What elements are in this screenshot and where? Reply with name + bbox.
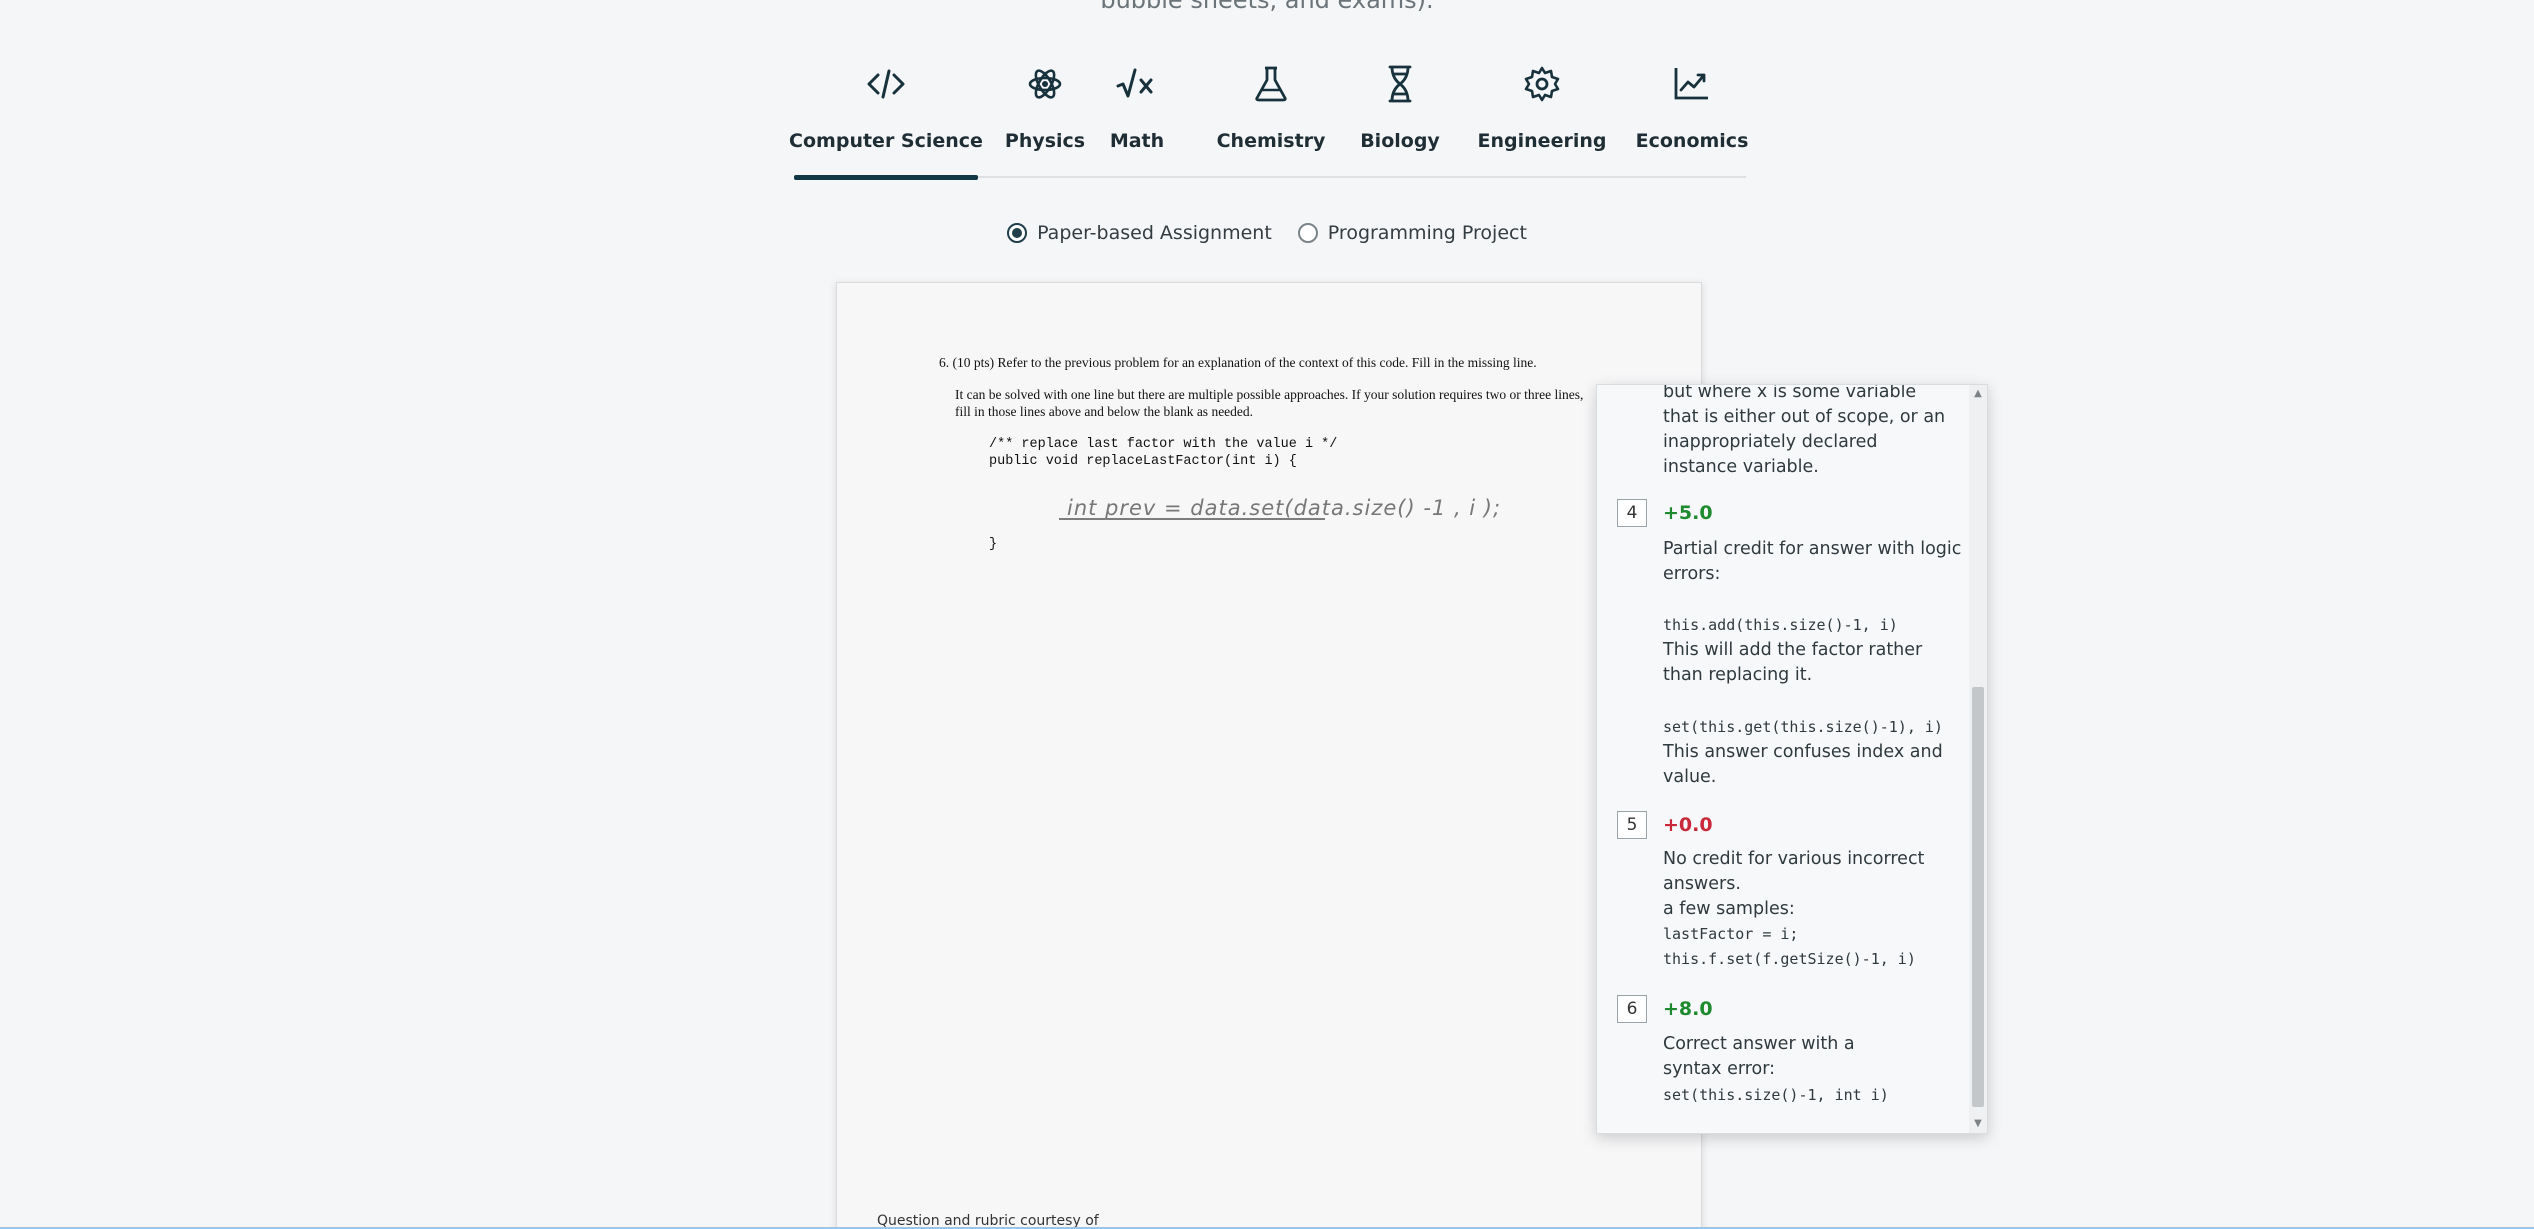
tab-label: Math — [1109, 130, 1165, 152]
subject-tabs: Computer Science Physics Math Chemistry … — [789, 54, 1749, 180]
radio-programming-project[interactable]: Programming Project — [1297, 222, 1527, 244]
tab-label: Physics — [1004, 130, 1086, 152]
chart-icon — [1670, 62, 1714, 106]
rubric-item-desc: Partial credit for answer with logic err… — [1663, 539, 1962, 584]
rubric-item-desc: Correct answer with a syntax error: — [1663, 1034, 1855, 1079]
flask-icon — [1249, 62, 1293, 106]
radio-label: Programming Project — [1327, 222, 1527, 244]
rubric-item-desc: No credit for various incorrect answers. — [1663, 849, 1925, 894]
code-icon — [864, 62, 908, 106]
rubric-item-number[interactable]: 6 — [1617, 995, 1647, 1023]
code-close-brace: } — [989, 537, 998, 552]
scroll-up-arrow-icon[interactable]: ▲ — [1973, 389, 1983, 399]
rubric-item-points: +8.0 — [1663, 998, 1713, 1020]
rubric-item-code: set(this.get(this.size()-1), i) — [1663, 718, 1943, 736]
rubric-item-points: +0.0 — [1663, 814, 1713, 836]
intro-text: bubble sheets, and exams). — [1100, 0, 1434, 14]
rubric-item-code: this.f.set(f.getSize()-1, i) — [1663, 950, 1916, 968]
sqrt-icon — [1115, 62, 1159, 106]
code-line: public void replaceLastFactor(int i) { — [989, 454, 1297, 469]
radio-button-checked[interactable] — [1007, 223, 1028, 243]
rubric-item-points: +5.0 — [1663, 502, 1713, 524]
tab-engineering[interactable]: Engineering — [1478, 54, 1606, 178]
handwritten-answer: int prev = data.set(data.size() -1 , i )… — [1059, 496, 1501, 520]
tab-label: Biology — [1360, 130, 1440, 152]
rubric-item-note: a few samples: — [1663, 899, 1795, 919]
gear-icon — [1520, 62, 1564, 106]
tab-biology[interactable]: Biology — [1360, 54, 1440, 178]
rubric-item-number[interactable]: 5 — [1617, 811, 1647, 839]
tab-chemistry[interactable]: Chemistry — [1217, 54, 1325, 178]
rubric-panel[interactable]: but where x is some variable that is eit… — [1596, 384, 1988, 1134]
radio-button[interactable] — [1297, 223, 1318, 243]
rubric-item-note: This will add the factor rather than rep… — [1663, 640, 1923, 685]
radio-label: Paper-based Assignment — [1037, 222, 1272, 244]
dna-icon — [1378, 62, 1422, 106]
rubric-scrollbar[interactable]: ▲ ▼ — [1969, 385, 1987, 1133]
tab-computer-science[interactable]: Computer Science — [789, 54, 983, 180]
atom-icon — [1023, 62, 1067, 106]
handwritten-answer-text: int prev = data.set(data.size() -1 , i )… — [1067, 496, 1501, 520]
rubric-item-code: this.add(this.size()-1, i) — [1663, 616, 1898, 634]
paper-preview: 6. (10 pts) Refer to the previous proble… — [836, 282, 1702, 1229]
tab-label: Economics — [1635, 130, 1749, 152]
scrollbar-thumb[interactable] — [1972, 687, 1984, 1107]
question-title: 6. (10 pts) Refer to the previous proble… — [939, 355, 1537, 370]
rubric-item-note: This answer confuses index and value. — [1663, 742, 1943, 787]
rubric-item-number[interactable]: 4 — [1617, 499, 1647, 527]
tab-physics[interactable]: Physics — [1004, 54, 1086, 178]
tab-economics[interactable]: Economics — [1635, 54, 1749, 178]
code-line: /** replace last factor with the value i… — [989, 437, 1338, 452]
tab-math[interactable]: Math — [1110, 54, 1164, 178]
tab-label: Engineering — [1477, 130, 1607, 152]
code-block: /** replace last factor with the value i… — [989, 436, 1337, 470]
question-body: It can be solved with one line but there… — [955, 387, 1584, 419]
radio-paper-based[interactable]: Paper-based Assignment — [1007, 222, 1272, 244]
rubric-item-code: lastFactor = i; — [1663, 925, 1799, 943]
rubric-prev-text: but where x is some variable that is eit… — [1663, 384, 1946, 477]
assignment-type-selector: Paper-based Assignment Programming Proje… — [0, 222, 2534, 244]
tab-label: Computer Science — [789, 130, 983, 152]
tab-label: Chemistry — [1216, 130, 1326, 152]
rubric-item-code: set(this.size()-1, int i) — [1663, 1086, 1889, 1104]
scroll-down-arrow-icon[interactable]: ▼ — [1973, 1119, 1983, 1129]
